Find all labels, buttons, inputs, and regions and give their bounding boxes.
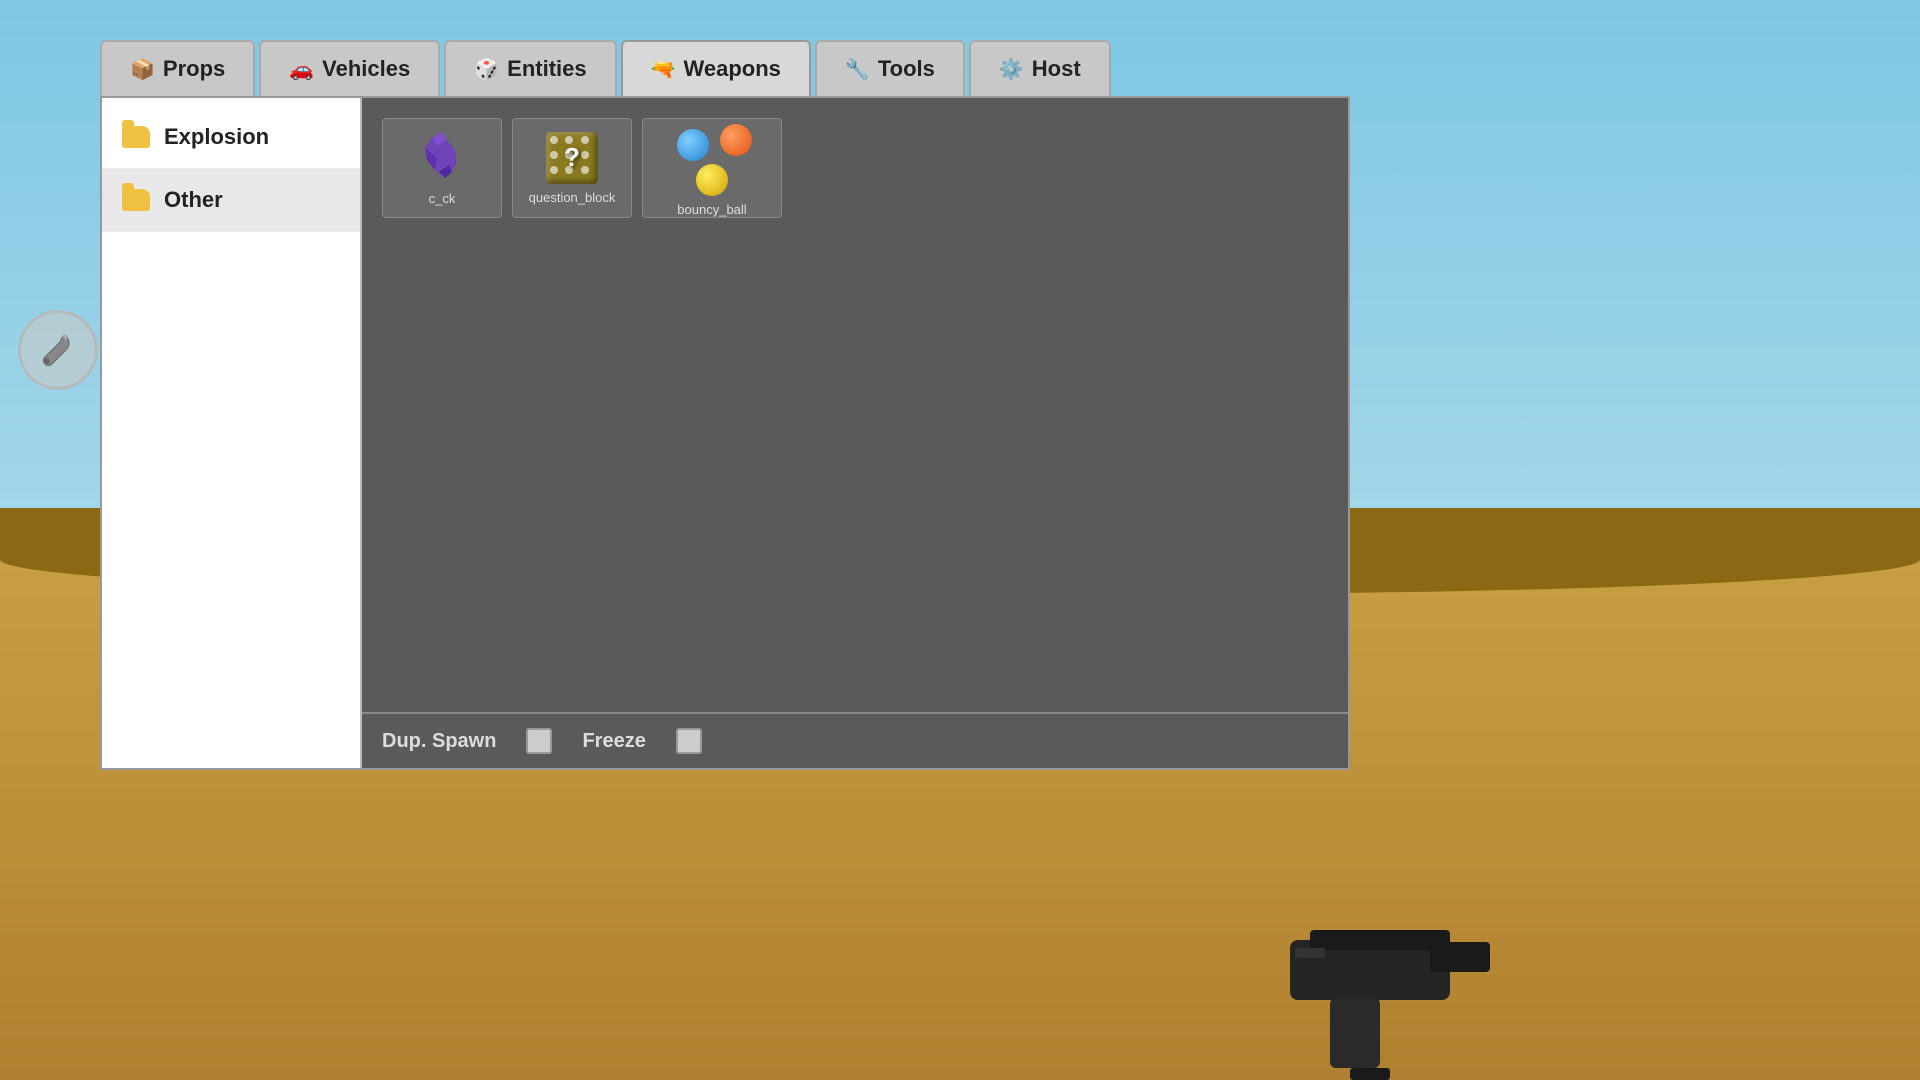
folder-icon-explosion xyxy=(122,126,150,148)
tab-entities[interactable]: 🎲 Entities xyxy=(444,40,616,96)
item-c-ck[interactable]: c_ck xyxy=(382,118,502,218)
item-bouncy-ball-label: bouncy_ball xyxy=(677,202,746,217)
entities-icon: 🎲 xyxy=(474,57,499,82)
vehicles-icon: 🚗 xyxy=(289,57,314,82)
ui-panel: 📦 Props 🚗 Vehicles 🎲 Entities 🔫 Weapons … xyxy=(100,40,1350,770)
ball-orange xyxy=(720,124,752,156)
right-panel: c_ck ? question_block xyxy=(362,98,1348,768)
bottom-bar: Dup. Spawn Freeze xyxy=(362,712,1348,768)
props-icon: 📦 xyxy=(130,57,155,82)
folder-icon-other xyxy=(122,189,150,211)
tab-weapons[interactable]: 🔫 Weapons xyxy=(621,40,811,96)
freeze-checkbox[interactable] xyxy=(676,728,702,754)
wrench-icon xyxy=(36,328,80,372)
gun-display xyxy=(1220,830,1520,1080)
tab-vehicles[interactable]: 🚗 Vehicles xyxy=(259,40,440,96)
question-mark: ? xyxy=(564,142,580,173)
question-block-shape: ? xyxy=(546,132,598,184)
sidebar: Explosion Other xyxy=(102,98,362,768)
tab-props-label: Props xyxy=(163,56,225,82)
tab-vehicles-label: Vehicles xyxy=(322,56,410,82)
tab-tools-label: Tools xyxy=(878,56,935,82)
bouncy-ball-shape xyxy=(672,119,752,196)
sidebar-item-explosion[interactable]: Explosion xyxy=(102,106,360,169)
host-icon: ⚙️ xyxy=(999,57,1024,82)
tab-tools[interactable]: 🔧 Tools xyxy=(815,40,965,96)
tab-bar: 📦 Props 🚗 Vehicles 🎲 Entities 🔫 Weapons … xyxy=(100,40,1350,96)
tab-entities-label: Entities xyxy=(507,56,586,82)
ball-blue xyxy=(677,129,709,161)
dup-spawn-checkbox[interactable] xyxy=(526,728,552,754)
side-tool-button[interactable] xyxy=(18,310,98,390)
dup-spawn-label: Dup. Spawn xyxy=(382,730,496,753)
freeze-label: Freeze xyxy=(582,730,645,753)
item-question-block-label: question_block xyxy=(529,190,616,205)
sidebar-item-other-label: Other xyxy=(164,187,223,213)
ball-yellow xyxy=(696,164,728,196)
item-grid: c_ck ? question_block xyxy=(362,98,1348,712)
sidebar-item-explosion-label: Explosion xyxy=(164,124,269,150)
tab-host[interactable]: ⚙️ Host xyxy=(969,40,1111,96)
gun-icon xyxy=(1230,880,1510,1080)
tools-icon: 🔧 xyxy=(845,57,870,82)
item-c-ck-label: c_ck xyxy=(429,191,456,206)
tab-props[interactable]: 📦 Props xyxy=(100,40,255,96)
c-ck-shape-icon xyxy=(417,130,467,185)
sidebar-item-other[interactable]: Other xyxy=(102,169,360,232)
content-area: Explosion Other xyxy=(100,96,1350,770)
items-row: c_ck ? question_block xyxy=(382,118,1328,218)
item-bouncy-ball[interactable]: bouncy_ball xyxy=(642,118,782,218)
item-question-block[interactable]: ? question_block xyxy=(512,118,632,218)
tab-weapons-label: Weapons xyxy=(684,56,781,82)
weapons-icon: 🔫 xyxy=(651,57,676,82)
tab-host-label: Host xyxy=(1032,56,1081,82)
